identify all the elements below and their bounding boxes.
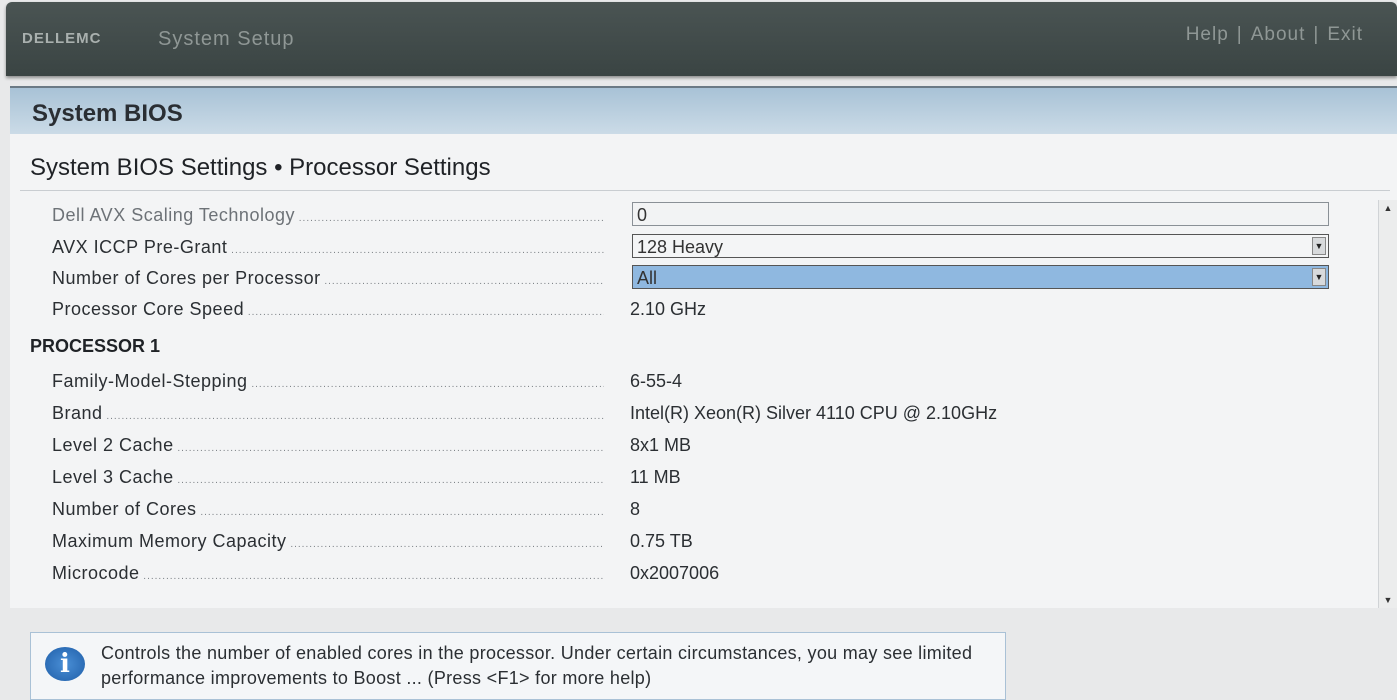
link-separator: |	[1313, 24, 1320, 45]
info-label: Number of Cores	[52, 499, 604, 520]
link-separator: |	[1236, 24, 1243, 45]
help-panel: i Controls the number of enabled cores i…	[30, 632, 1006, 700]
setting-row-avx-iccp[interactable]: AVX ICCP Pre-Grant 128 Heavy ▼	[52, 234, 1352, 260]
main-panel: System BIOS System BIOS Settings • Proce…	[10, 86, 1397, 608]
setting-row-core-speed: Processor Core Speed 2.10 GHz	[52, 296, 1352, 322]
about-link[interactable]: About	[1251, 24, 1306, 45]
setting-label: Dell AVX Scaling Technology	[52, 205, 604, 226]
setting-label: Processor Core Speed	[52, 299, 604, 320]
info-label: Maximum Memory Capacity	[52, 531, 604, 552]
dell-emc-logo: DELLEMC	[22, 30, 102, 47]
select-value: 128 Heavy	[637, 237, 724, 257]
scrollbar[interactable]: ▲ ▼	[1378, 200, 1397, 608]
info-label: Level 2 Cache	[52, 435, 604, 456]
info-icon: i	[45, 647, 85, 681]
page-header: System BIOS	[10, 88, 1397, 134]
info-value: 0.75 TB	[630, 531, 693, 551]
chevron-down-icon[interactable]: ▼	[1312, 237, 1326, 255]
info-row: Brand Intel(R) Xeon(R) Silver 4110 CPU @…	[52, 400, 1352, 426]
info-row: Family-Model-Stepping 6-55-4	[52, 368, 1352, 394]
info-value: Intel(R) Xeon(R) Silver 4110 CPU @ 2.10G…	[630, 403, 998, 423]
info-row: Microcode 0x2007006	[52, 560, 1352, 586]
app-title: System Setup	[158, 28, 295, 50]
avx-iccp-select[interactable]: 128 Heavy ▼	[632, 234, 1329, 258]
top-links: Help | About | Exit	[1186, 24, 1363, 46]
avx-scaling-field[interactable]: 0	[632, 202, 1329, 226]
divider	[20, 190, 1390, 191]
setting-value: 2.10 GHz	[630, 299, 707, 319]
page-title: System BIOS	[32, 100, 183, 127]
processor-1-heading: PROCESSOR 1	[30, 336, 161, 356]
info-row: Number of Cores 8	[52, 496, 1352, 522]
info-value: 11 MB	[630, 467, 681, 487]
info-label: Brand	[52, 403, 604, 424]
chevron-down-icon[interactable]: ▼	[1312, 268, 1326, 286]
setting-row-avx-scaling[interactable]: Dell AVX Scaling Technology 0	[52, 202, 1352, 228]
setting-label: AVX ICCP Pre-Grant	[52, 237, 604, 258]
info-value: 0x2007006	[630, 563, 720, 583]
scroll-down-icon[interactable]: ▼	[1382, 594, 1394, 606]
info-row: Maximum Memory Capacity 0.75 TB	[52, 528, 1352, 554]
info-value: 8	[630, 499, 641, 519]
setting-label: Number of Cores per Processor	[52, 268, 604, 289]
info-row: Level 3 Cache 11 MB	[52, 464, 1352, 490]
cores-per-processor-select[interactable]: All ▼	[632, 265, 1329, 289]
select-value: All	[637, 268, 658, 288]
exit-link[interactable]: Exit	[1327, 24, 1363, 45]
help-link[interactable]: Help	[1186, 24, 1229, 45]
breadcrumb: System BIOS Settings • Processor Setting…	[30, 154, 491, 181]
setting-row-cores-per-processor[interactable]: Number of Cores per Processor All ▼	[52, 265, 1352, 291]
info-row: Level 2 Cache 8x1 MB	[52, 432, 1352, 458]
info-label: Family-Model-Stepping	[52, 371, 604, 392]
help-text: Controls the number of enabled cores in …	[101, 643, 973, 688]
info-value: 6-55-4	[630, 371, 683, 391]
top-bar: DELLEMC System Setup Help | About | Exit	[6, 2, 1397, 76]
info-label: Microcode	[52, 563, 604, 584]
info-label: Level 3 Cache	[52, 467, 604, 488]
scroll-up-icon[interactable]: ▲	[1382, 202, 1394, 214]
info-value: 8x1 MB	[630, 435, 692, 455]
